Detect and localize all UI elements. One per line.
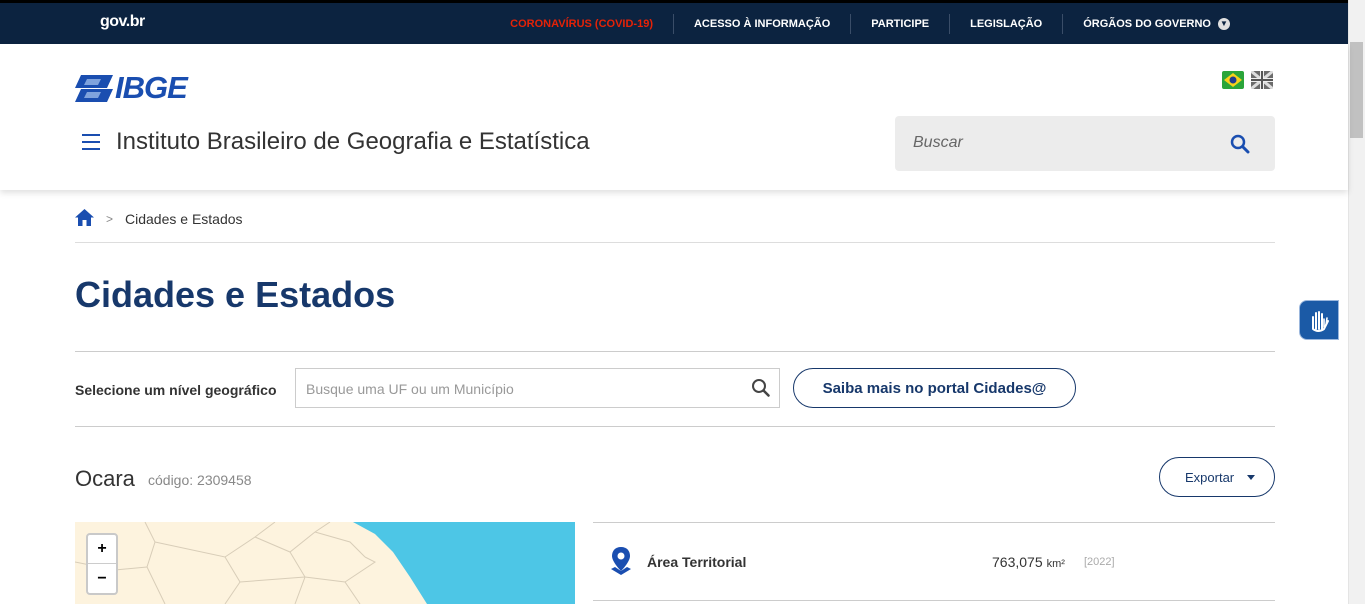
libras-accessibility-button[interactable] xyxy=(1299,300,1339,340)
city-code: código: 2309458 xyxy=(148,472,252,488)
area-territorial-value: 763,075 km² xyxy=(992,554,1065,570)
ibge-logo-text: IBGE xyxy=(115,70,188,105)
city-map[interactable] xyxy=(75,522,575,604)
scrollbar[interactable] xyxy=(1348,0,1365,604)
export-button[interactable]: Exportar xyxy=(1159,457,1275,497)
gov-nav: CORONAVÍRUS (COVID-19) ACESSO À INFORMAÇ… xyxy=(490,3,1250,44)
scrollbar-thumb[interactable] xyxy=(1350,42,1363,138)
site-search-input[interactable] xyxy=(913,134,1213,152)
nav-orgaos-governo[interactable]: ÓRGÃOS DO GOVERNO ▼ xyxy=(1062,13,1250,34)
language-flags xyxy=(1222,71,1273,89)
search-icon[interactable] xyxy=(751,378,770,397)
nav-legislacao[interactable]: LEGISLAÇÃO xyxy=(949,13,1062,34)
divider xyxy=(75,351,1275,352)
divider xyxy=(593,522,1275,523)
export-label: Exportar xyxy=(1185,469,1235,485)
ibge-logo-mark-icon xyxy=(75,74,113,102)
site-search xyxy=(895,116,1275,171)
gov-bar: gov.br CORONAVÍRUS (COVID-19) ACESSO À I… xyxy=(0,0,1348,44)
geo-search xyxy=(295,368,780,408)
area-territorial-label: Área Territorial xyxy=(647,554,747,570)
map-pin-icon xyxy=(611,547,631,575)
nav-acesso-informacao[interactable]: ACESSO À INFORMAÇÃO xyxy=(672,13,850,34)
map-zoom-control: + − xyxy=(86,533,118,595)
geo-level-label: Selecione um nível geográfico xyxy=(75,382,277,398)
site-title: Instituto Brasileiro de Geografia e Esta… xyxy=(116,128,590,155)
hand-sign-icon xyxy=(1312,311,1329,332)
nav-covid[interactable]: CORONAVÍRUS (COVID-19) xyxy=(490,14,673,34)
uk-flag-icon[interactable] xyxy=(1251,71,1273,89)
breadcrumb-current: Cidades e Estados xyxy=(125,211,243,227)
search-icon[interactable] xyxy=(1230,134,1250,154)
area-value-number: 763,075 xyxy=(992,554,1043,570)
breadcrumb: > Cidades e Estados xyxy=(75,208,1275,243)
page-title: Cidades e Estados xyxy=(75,274,396,315)
divider xyxy=(75,426,1275,427)
site-header: IBGE Instituto Brasileiro de Geografia e… xyxy=(0,44,1348,190)
home-icon[interactable] xyxy=(75,209,94,226)
nav-participe[interactable]: PARTICIPE xyxy=(850,13,949,34)
hamburger-menu-icon[interactable] xyxy=(82,134,100,150)
geo-search-input[interactable] xyxy=(306,381,736,397)
area-year: [2022] xyxy=(1084,556,1115,568)
area-unit: km² xyxy=(1046,558,1065,570)
nav-orgaos-label: ÓRGÃOS DO GOVERNO xyxy=(1083,17,1211,30)
zoom-out-button[interactable]: − xyxy=(88,564,116,593)
breadcrumb-separator: > xyxy=(106,212,114,226)
chevron-down-icon: ▼ xyxy=(1218,17,1230,30)
divider xyxy=(593,600,1275,601)
brazil-flag-icon[interactable] xyxy=(1222,71,1244,89)
caret-down-icon xyxy=(1247,474,1256,480)
saiba-mais-button[interactable]: Saiba mais no portal Cidades@ xyxy=(793,368,1076,408)
city-name: Ocara xyxy=(75,466,135,491)
govbr-logo[interactable]: gov.br xyxy=(100,13,145,31)
map-canvas xyxy=(75,522,575,604)
zoom-in-button[interactable]: + xyxy=(88,535,116,564)
ibge-logo[interactable]: IBGE xyxy=(75,70,188,106)
